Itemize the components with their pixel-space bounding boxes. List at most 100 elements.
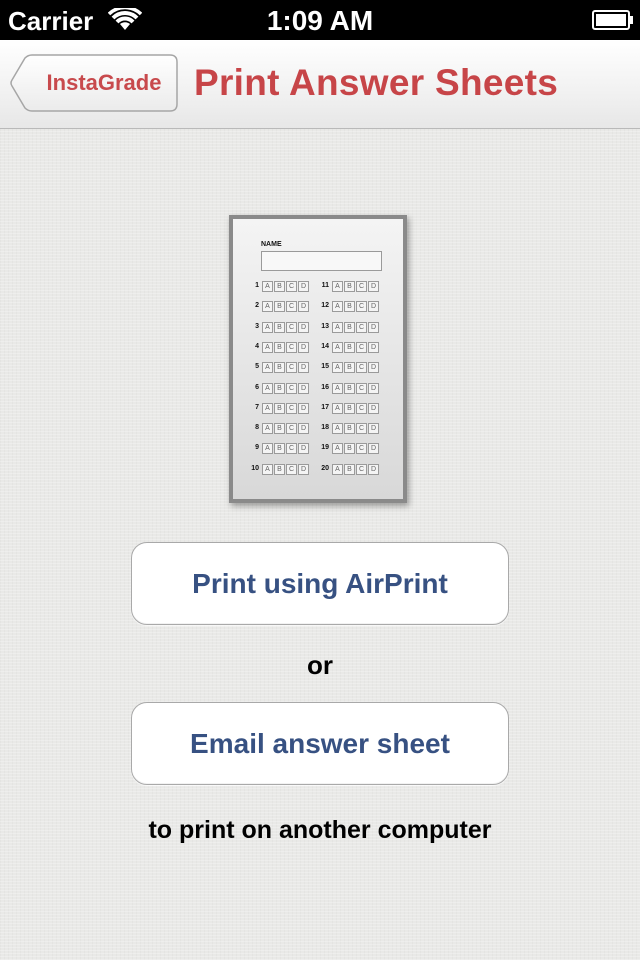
answer-bubble: A [262,402,273,414]
answer-bubble: C [286,443,297,455]
answer-bubble: C [356,301,367,313]
question-number: 20 [321,464,329,472]
print-airprint-button[interactable]: Print using AirPrint [131,542,509,625]
battery-icon [592,10,633,30]
question-number: 7 [255,403,259,411]
answer-bubble: C [286,423,297,435]
answer-bubble: D [368,382,379,394]
answer-bubble: A [262,341,273,353]
answer-bubble: A [332,382,343,394]
question-number: 18 [321,424,329,432]
answer-bubble: A [262,382,273,394]
email-answer-sheet-button[interactable]: Email answer sheet [131,702,509,785]
answer-options: ABCD [262,321,310,333]
answer-bubble: A [262,281,273,292]
answer-bubble: D [368,301,379,313]
answer-bubble: D [368,443,379,455]
answer-options: ABCD [262,423,310,435]
question-number: 5 [255,363,259,371]
back-button[interactable]: InstaGrade [10,54,178,112]
answer-options: ABCD [262,443,310,455]
question-number: 16 [321,383,329,391]
answer-bubble: A [332,341,343,353]
answer-options: ABCD [332,362,380,374]
answer-options: ABCD [332,281,380,292]
answer-bubble: C [286,341,297,353]
answer-options: ABCD [262,402,310,414]
answer-bubble: C [356,281,367,292]
answer-bubble: B [274,281,285,292]
answer-bubble: A [332,321,343,333]
or-separator: or [307,650,333,680]
answer-bubble: A [332,402,343,414]
answer-options: ABCD [262,362,310,374]
answer-bubble: A [262,463,273,475]
answer-bubble: D [368,463,379,475]
answer-bubble: D [368,362,379,374]
answer-bubble: B [274,382,285,394]
answer-options: ABCD [332,301,380,313]
answer-bubble: C [356,321,367,333]
answer-bubble: B [344,463,355,475]
answer-bubble: A [332,443,343,455]
answer-bubble: B [344,362,355,374]
question-number: 1 [255,282,259,289]
answer-bubble: C [286,281,297,292]
question-number: 4 [255,342,259,350]
answer-bubble: C [356,362,367,374]
answer-bubble: A [262,443,273,455]
answer-bubble: B [274,301,285,313]
answer-bubble: D [368,341,379,353]
answer-bubble: C [356,382,367,394]
question-number: 13 [321,322,329,330]
question-number: 12 [321,302,329,310]
question-number: 2 [255,302,259,310]
answer-bubble: A [332,281,343,292]
answer-options: ABCD [332,341,380,353]
question-number: 8 [255,424,259,432]
main-content: NAME 1ABCD2ABCD3ABCD4ABCD5ABCD6ABCD7ABCD… [0,129,640,960]
answer-bubble: C [356,423,367,435]
answer-bubble: B [274,341,285,353]
answer-bubble: B [344,402,355,414]
answer-bubble: C [356,443,367,455]
question-number: 10 [251,464,259,472]
answer-bubble: C [286,463,297,475]
answer-options: ABCD [262,382,310,394]
status-bar: Carrier 1:09 AM [0,0,640,40]
answer-bubble: A [262,362,273,374]
answer-options: ABCD [332,321,380,333]
back-button-label: InstaGrade [46,70,162,95]
answer-bubble: C [356,402,367,414]
question-number: 3 [255,322,259,330]
answer-bubble: B [274,443,285,455]
answer-options: ABCD [332,382,380,394]
answer-bubble: C [286,362,297,374]
answer-bubble: A [262,321,273,333]
answer-bubble: B [344,341,355,353]
answer-sheet-preview: NAME 1ABCD2ABCD3ABCD4ABCD5ABCD6ABCD7ABCD… [229,215,407,503]
question-number: 11 [321,282,329,289]
answer-bubble: B [274,463,285,475]
question-number: 6 [255,383,259,391]
answer-bubble: B [344,301,355,313]
page-title: Print Answer Sheets [194,62,559,103]
answer-bubble: C [356,341,367,353]
answer-options: ABCD [332,402,380,414]
answer-options: ABCD [262,301,310,313]
answer-options: ABCD [262,281,310,292]
answer-bubble: A [332,362,343,374]
footer-instruction: to print on another computer [148,816,492,844]
answer-bubble: B [274,423,285,435]
answer-bubble: B [344,321,355,333]
answer-options: ABCD [332,463,380,475]
answer-bubble: B [344,281,355,292]
answer-bubble: D [368,321,379,333]
answer-bubble: C [286,321,297,333]
sheet-name-box [261,251,382,271]
answer-bubble: C [286,301,297,313]
question-number: 19 [321,444,329,452]
navigation-bar: InstaGrade Print Answer Sheets [0,40,640,129]
answer-bubble: A [332,301,343,313]
answer-bubble: B [274,402,285,414]
